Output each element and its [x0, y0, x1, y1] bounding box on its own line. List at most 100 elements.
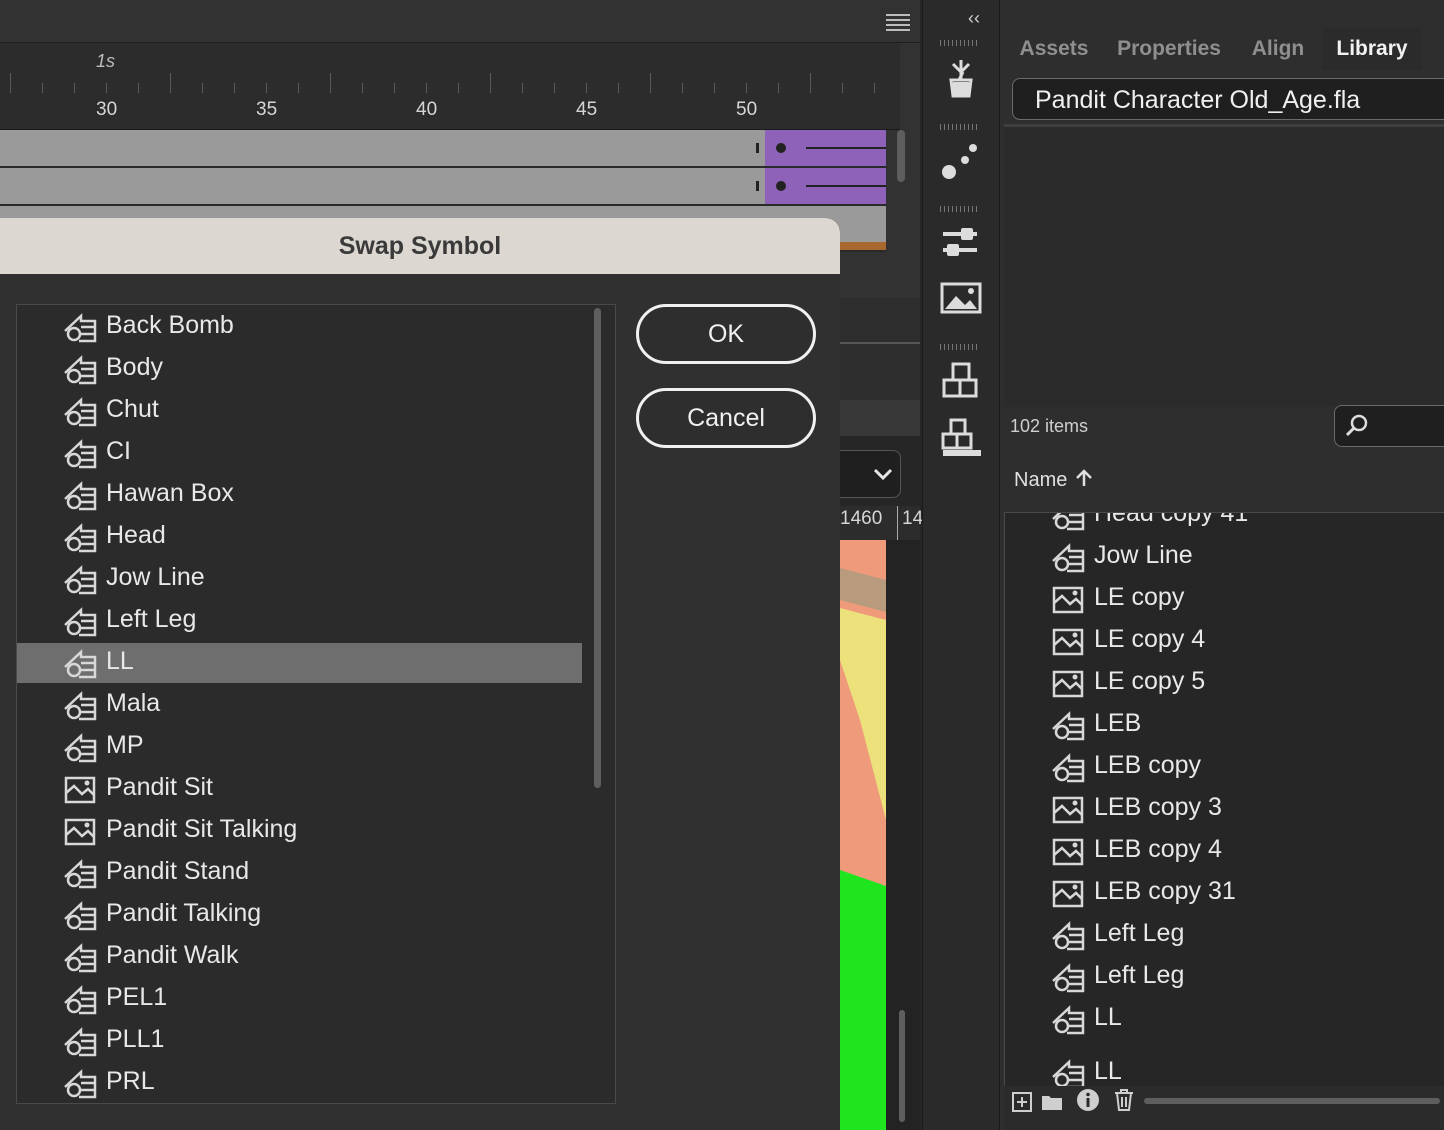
library-list-item[interactable]: LL — [1005, 999, 1444, 1041]
symbol-list-item[interactable]: Mala — [17, 685, 582, 725]
symbol-list-scrollbar[interactable] — [594, 308, 601, 788]
library-hscrollbar[interactable] — [1144, 1098, 1440, 1104]
frame-number: 40 — [416, 99, 438, 120]
symbol-label: Pandit Sit — [106, 773, 214, 801]
library-list-item[interactable]: LEB copy 4 — [1005, 831, 1444, 873]
graphic-symbol-icon — [63, 985, 97, 1015]
ruler-ticks — [0, 73, 900, 93]
new-folder-icon[interactable] — [1040, 1090, 1064, 1114]
motion-presets-icon[interactable] — [939, 138, 983, 182]
library-list-item[interactable]: LEB copy 31 — [1005, 873, 1444, 915]
graphic-symbol-icon — [1051, 753, 1085, 783]
timeline-layer[interactable] — [0, 130, 886, 168]
ruler-value: 14 — [902, 508, 924, 529]
ruler-tick — [874, 83, 875, 93]
symbol-list-item[interactable]: Pandit Talking — [17, 895, 582, 935]
symbol-list-item[interactable]: Jow Line — [17, 559, 582, 599]
library-list-item[interactable]: LEB — [1005, 705, 1444, 747]
delete-icon[interactable] — [1112, 1088, 1136, 1112]
symbol-label: MP — [106, 731, 144, 759]
symbol-list-item[interactable]: Left Leg — [17, 601, 582, 641]
tab-properties[interactable]: Properties — [1104, 28, 1234, 70]
layer-stack-icon[interactable] — [939, 416, 983, 460]
library-list-item[interactable]: LL — [1005, 1053, 1444, 1087]
movieclip-symbol-icon — [63, 775, 97, 805]
panel-menu-icon[interactable] — [886, 14, 910, 34]
graphic-symbol-icon — [63, 649, 97, 679]
symbol-label: Pandit Stand — [106, 857, 250, 885]
library-item-list[interactable]: Head copy 41 Jow Line LE copy LE copy 4 LE c… — [1004, 512, 1444, 1088]
ruler-tick — [650, 73, 651, 93]
symbol-list-item[interactable]: Back Bomb — [17, 307, 582, 347]
library-list-item[interactable]: LE copy 4 — [1005, 621, 1444, 663]
graphic-symbol-icon — [1051, 543, 1085, 573]
image-icon[interactable] — [939, 276, 983, 320]
graphic-symbol-icon — [63, 397, 97, 427]
tab-library[interactable]: Library — [1322, 28, 1422, 70]
stage-ruler: 1460 14 — [840, 506, 924, 540]
seconds-label: 1s — [96, 51, 116, 71]
cancel-button[interactable]: Cancel — [636, 388, 816, 448]
properties-info-icon[interactable] — [1076, 1088, 1100, 1112]
timeline-layer[interactable] — [0, 168, 886, 206]
symbol-list-item[interactable]: PRL — [17, 1063, 582, 1103]
ruler-value: 1460 — [840, 508, 883, 529]
library-item-label: Left Leg — [1094, 919, 1185, 947]
symbol-list-item[interactable]: PEL1 — [17, 979, 582, 1019]
tab-align[interactable]: Align — [1236, 28, 1320, 70]
movieclip-symbol-icon — [1051, 627, 1085, 657]
keyframe[interactable] — [776, 143, 786, 153]
symbol-list-item[interactable]: CI — [17, 433, 582, 473]
library-search-input[interactable] — [1334, 405, 1444, 447]
symbol-list-item[interactable]: Pandit Sit Talking — [17, 811, 582, 851]
puppet-warp-icon[interactable] — [939, 56, 983, 100]
graphic-symbol-icon — [1051, 963, 1085, 993]
library-item-label: Head copy 41 — [1094, 512, 1249, 527]
ruler-tick — [714, 83, 715, 93]
collapse-panels-icon[interactable]: ‹‹ — [968, 8, 980, 29]
symbol-label: Pandit Talking — [106, 899, 262, 927]
library-list-item[interactable]: Left Leg — [1005, 957, 1444, 999]
graphic-symbol-icon — [63, 565, 97, 595]
document-dropdown[interactable]: Pandit Character Old_Age.fla — [1012, 78, 1444, 120]
library-list-item[interactable]: LE copy 5 — [1005, 663, 1444, 705]
library-list-item[interactable]: LEB copy 3 — [1005, 789, 1444, 831]
library-list-item[interactable]: Head copy 41 — [1005, 512, 1444, 537]
timeline-scrollbar[interactable] — [897, 130, 905, 182]
symbol-list-item[interactable]: Pandit Sit — [17, 769, 582, 809]
ruler-tick — [842, 83, 843, 93]
symbol-label: Left Leg — [106, 605, 197, 633]
transform-icon[interactable] — [939, 220, 983, 264]
symbol-list-item[interactable]: Chut — [17, 391, 582, 431]
items-count: 102 items — [1010, 416, 1089, 436]
tab-assets[interactable]: Assets — [1006, 28, 1102, 70]
symbol-list-item[interactable]: Head — [17, 517, 582, 557]
symbol-list-item[interactable]: MP — [17, 727, 582, 767]
movieclip-symbol-icon — [1051, 795, 1085, 825]
new-symbol-icon[interactable] — [1010, 1090, 1034, 1114]
library-list-item[interactable]: Left Leg — [1005, 915, 1444, 957]
symbol-list-item[interactable]: Pandit Walk — [17, 937, 582, 977]
chevron-down-icon[interactable] — [866, 452, 900, 494]
graphic-symbol-icon — [63, 691, 97, 721]
graphic-symbol-icon — [63, 481, 97, 511]
library-list-item[interactable]: LEB copy — [1005, 747, 1444, 789]
stack-icon[interactable] — [939, 360, 983, 404]
symbol-list-item[interactable]: LL — [17, 643, 582, 683]
ok-button[interactable]: OK — [636, 304, 816, 364]
name-column-header[interactable]: Name — [1014, 468, 1095, 492]
library-list-item[interactable]: LE copy — [1005, 579, 1444, 621]
keyframe[interactable] — [776, 181, 786, 191]
library-list-item[interactable]: Jow Line — [1005, 537, 1444, 579]
stage-canvas[interactable] — [840, 540, 886, 1130]
stage-scrollbar[interactable] — [899, 1010, 905, 1122]
symbol-list[interactable]: Back Bomb Body Chut CI Hawan Box Head Jow Line… — [16, 304, 616, 1104]
symbol-list-item[interactable]: Hawan Box — [17, 475, 582, 515]
ruler-tick — [522, 83, 523, 93]
frame-number: 45 — [576, 99, 598, 120]
symbol-list-item[interactable]: Pandit Stand — [17, 853, 582, 893]
symbol-list-item[interactable]: Body — [17, 349, 582, 389]
frame-ruler[interactable]: 1s 30 35 40 45 50 — [0, 43, 900, 130]
name-header-label: Name — [1014, 469, 1068, 491]
symbol-list-item[interactable]: PLL1 — [17, 1021, 582, 1061]
